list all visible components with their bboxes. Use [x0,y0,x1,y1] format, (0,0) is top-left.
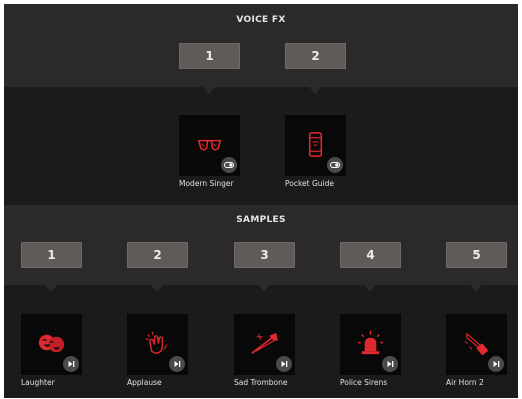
phone-icon [308,132,323,157]
tile-label: Laughter [21,378,55,387]
sunglasses-icon [197,139,222,151]
voice-fx-modern-singer[interactable]: Modern Singer [179,115,240,188]
sample-air-horn-2[interactable]: Air Horn 2 [446,314,507,387]
play-icon[interactable] [382,356,398,372]
sample-applause[interactable]: Applause [127,314,188,387]
samples-tiles: Laughter Applause Sad Trombone Police Si… [4,285,518,398]
tile-thumbnail [285,115,346,176]
sample-sad-trombone[interactable]: Sad Trombone [234,314,295,387]
tile-thumbnail [21,314,82,375]
laughing-faces-icon [38,334,65,353]
slot-pointer [309,87,321,94]
slot-pointer [45,285,57,292]
tile-label: Air Horn 2 [446,378,484,387]
tile-label: Modern Singer [179,179,234,188]
samples-slot-4[interactable]: 4 [340,242,401,268]
tile-thumbnail [446,314,507,375]
trombone-icon [251,332,279,354]
voice-fx-slot-2[interactable]: 2 [285,43,346,69]
tile-thumbnail [234,314,295,375]
toggle-icon[interactable] [327,157,343,173]
samples-header: SAMPLES 1 2 3 4 5 [4,205,518,285]
slot-pointer [364,285,376,292]
toggle-icon[interactable] [221,157,237,173]
slot-pointer [151,285,163,292]
slot-pointer [470,285,482,292]
tile-label: Police Sirens [340,378,388,387]
samples-slot-1[interactable]: 1 [21,242,82,268]
tile-thumbnail [127,314,188,375]
voice-fx-pocket-guide[interactable]: Pocket Guide [285,115,346,188]
tile-thumbnail [179,115,240,176]
samples-title: SAMPLES [236,215,286,225]
air-horn-icon [464,332,488,356]
voice-fx-title: VOICE FX [236,15,286,25]
play-icon[interactable] [63,356,79,372]
tile-label: Pocket Guide [285,179,335,188]
samples-slot-3[interactable]: 3 [234,242,295,268]
play-icon[interactable] [276,356,292,372]
siren-icon [357,330,384,355]
fx-panel: VOICE FX 1 2 Modern Singer Pocket Guide … [4,4,518,398]
clapping-hands-icon [145,331,167,354]
voice-fx-header: VOICE FX 1 2 [4,4,518,87]
tile-thumbnail [340,314,401,375]
tile-label: Sad Trombone [234,378,288,387]
voice-fx-slot-1[interactable]: 1 [179,43,240,69]
samples-slot-5[interactable]: 5 [446,242,507,268]
play-icon[interactable] [169,356,185,372]
slot-pointer [258,285,270,292]
play-icon[interactable] [488,356,504,372]
voice-fx-tiles: Modern Singer Pocket Guide [4,87,518,205]
tile-label: Applause [127,378,162,387]
samples-slot-2[interactable]: 2 [127,242,188,268]
slot-pointer [203,87,215,94]
sample-police-sirens[interactable]: Police Sirens [340,314,401,387]
sample-laughter[interactable]: Laughter [21,314,82,387]
